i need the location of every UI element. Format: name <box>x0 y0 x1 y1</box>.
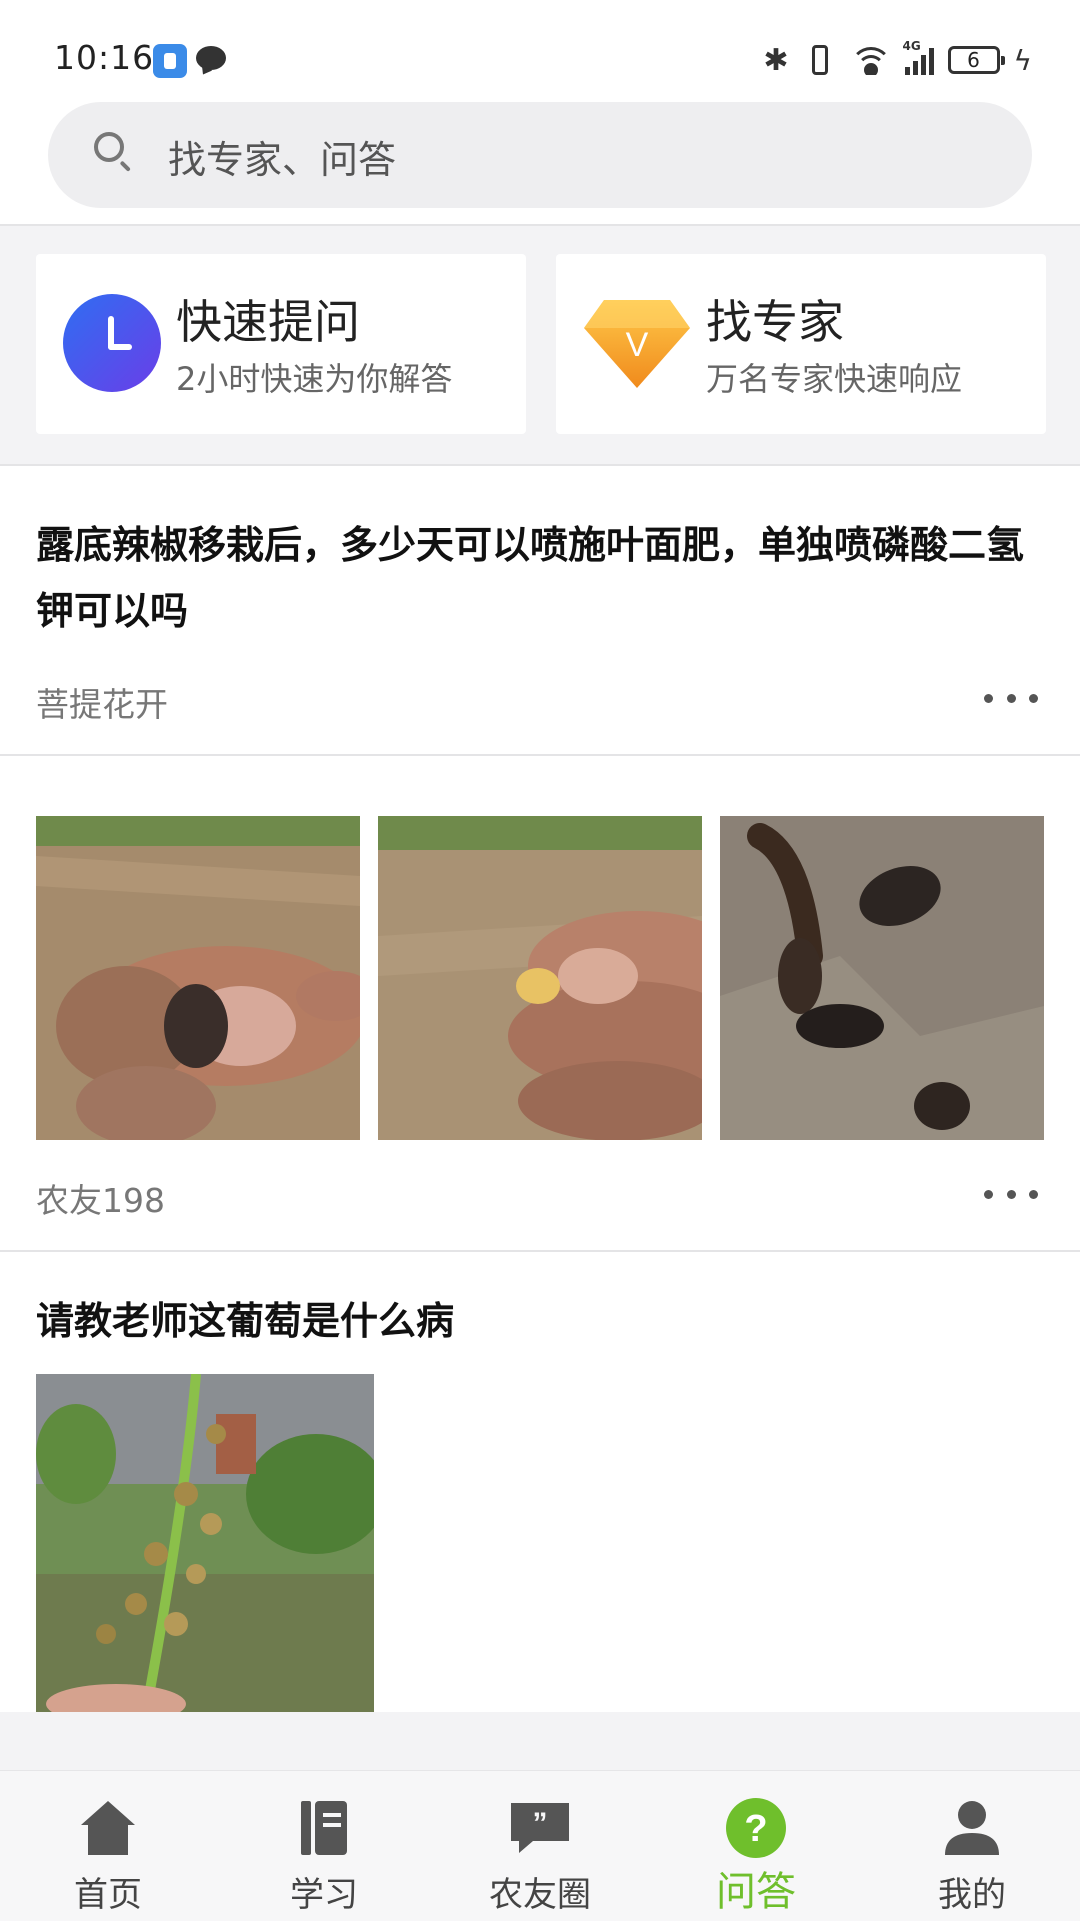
bluetooth-icon: ✱ <box>763 42 789 78</box>
tab-label: 农友圈 <box>489 1875 591 1915</box>
book-icon <box>291 1795 357 1861</box>
tab-label: 首页 <box>74 1875 142 1915</box>
post-images <box>0 756 1080 1140</box>
svg-text:?: ? <box>744 1808 767 1850</box>
home-icon <box>75 1795 141 1861</box>
bottom-tab-bar: 首页 学习 ” 农友圈 ? 问答 我的 <box>0 1770 1080 1921</box>
tab-label: 问答 <box>716 1869 796 1915</box>
find-expert-subtitle: 万名专家快速响应 <box>706 360 963 398</box>
status-time: 10:16 <box>54 38 155 77</box>
post-author[interactable]: 菩提花开 <box>36 678 168 726</box>
status-indicators: ✱ 4G 6 ϟ <box>763 39 1032 80</box>
vip-badge-letter: V <box>626 326 649 364</box>
post-meta: 农友198 <box>0 1140 1080 1250</box>
post-image-grape-flowers[interactable] <box>36 1374 374 1712</box>
question-post[interactable]: 请教老师这葡萄是什么病 <box>0 1252 1080 1712</box>
app-notification-icon <box>153 44 187 78</box>
quote-bubble-icon: ” <box>507 1795 573 1861</box>
tab-label: 我的 <box>938 1875 1006 1915</box>
question-icon: ? <box>723 1795 789 1861</box>
wifi-icon <box>850 45 891 75</box>
post-image-larva-on-finger[interactable] <box>378 816 702 1140</box>
question-post[interactable]: 露底辣椒移栽后，多少天可以喷施叶面肥，单独喷磷酸二氢钾可以吗 菩提花开 <box>0 466 1080 756</box>
tab-home[interactable]: 首页 <box>0 1771 216 1921</box>
svg-text:”: ” <box>533 1807 548 1840</box>
quick-ask-title: 快速提问 <box>176 295 360 349</box>
search-placeholder: 找专家、问答 <box>168 138 397 182</box>
cell-signal-icon: 4G <box>903 39 934 75</box>
question-post[interactable]: 农友198 <box>0 756 1080 1252</box>
more-options-icon[interactable] <box>984 1190 1038 1200</box>
clock-icon <box>63 294 161 392</box>
user-icon <box>939 1795 1005 1861</box>
quick-ask-subtitle: 2小时快速为你解答 <box>176 360 453 398</box>
status-bar: 10:16 ✱ 4G 6 ϟ <box>0 0 1080 100</box>
question-title: 露底辣椒移栽后，多少天可以喷施叶面肥，单独喷磷酸二氢钾可以吗 <box>36 523 1025 633</box>
find-expert-card[interactable]: V 找专家 万名专家快速响应 <box>556 254 1046 434</box>
qa-feed: 露底辣椒移栽后，多少天可以喷施叶面肥，单独喷磷酸二氢钾可以吗 菩提花开 农友19… <box>0 466 1080 1712</box>
post-image-pupae-on-plastic[interactable] <box>720 816 1044 1140</box>
vibrate-icon <box>803 45 837 75</box>
charging-icon: ϟ <box>1013 43 1032 77</box>
tab-qa[interactable]: ? 问答 <box>648 1771 864 1921</box>
search-icon <box>94 132 130 168</box>
tab-label: 学习 <box>290 1875 358 1915</box>
question-title: 请教老师这葡萄是什么病 <box>36 1299 455 1343</box>
message-notification-icon <box>196 46 226 70</box>
battery-icon: 6 <box>947 46 1005 74</box>
tab-me[interactable]: 我的 <box>864 1771 1080 1921</box>
post-image-grub-in-hand[interactable] <box>36 816 360 1140</box>
more-options-icon[interactable] <box>984 694 1038 704</box>
post-meta: 菩提花开 <box>0 644 1080 754</box>
tab-community[interactable]: ” 农友圈 <box>432 1771 648 1921</box>
quick-actions: 快速提问 2小时快速为你解答 V 找专家 万名专家快速响应 <box>0 226 1080 466</box>
tab-study[interactable]: 学习 <box>216 1771 432 1921</box>
find-expert-title: 找专家 <box>706 295 844 349</box>
post-author[interactable]: 农友198 <box>36 1174 165 1222</box>
vip-diamond-icon: V <box>582 296 692 390</box>
search-input[interactable]: 找专家、问答 <box>48 102 1032 208</box>
network-type: 4G <box>902 39 921 53</box>
search-header: 找专家、问答 <box>0 100 1080 226</box>
quick-ask-card[interactable]: 快速提问 2小时快速为你解答 <box>36 254 526 434</box>
